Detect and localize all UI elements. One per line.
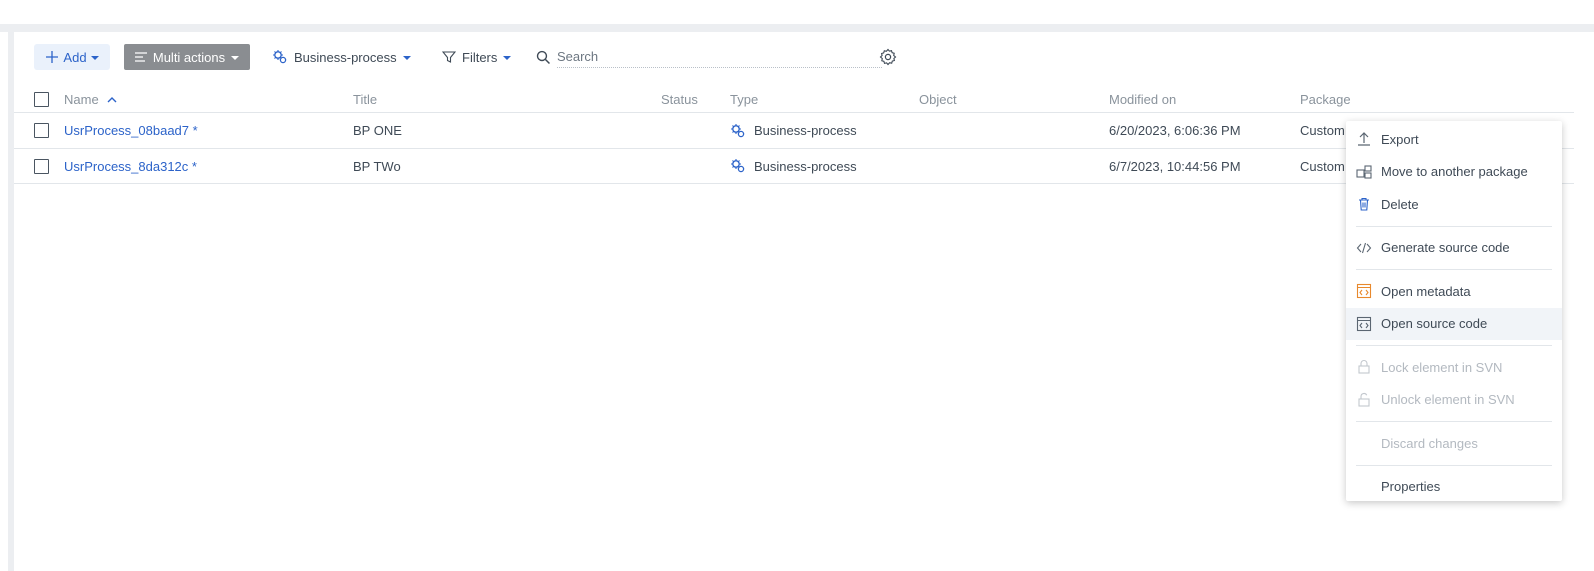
grid-settings-button[interactable] [879, 48, 897, 66]
chevron-down-icon [231, 56, 240, 60]
row-type: Business-process [730, 113, 857, 148]
menu-item-export[interactable]: Export [1346, 123, 1562, 156]
column-header-modified[interactable]: Modified on [1109, 86, 1176, 112]
search-input[interactable] [556, 46, 882, 68]
column-header-name[interactable]: Name [64, 86, 117, 112]
menu-item-unlock-svn: Unlock element in SVN [1346, 384, 1562, 417]
menu-item-move-to-package[interactable]: Move to another package [1346, 156, 1562, 189]
chevron-down-icon [402, 56, 411, 60]
menu-separator [1356, 464, 1552, 466]
row-type: Business-process [730, 149, 857, 183]
top-header-bar [0, 0, 1594, 24]
trash-icon [1359, 197, 1369, 211]
row-name-link[interactable]: UsrProcess_8da312c * [64, 149, 197, 183]
menu-separator [1356, 269, 1552, 270]
row-title: BP ONE [353, 123, 402, 138]
menu-item-discard-changes: Discard changes [1381, 435, 1478, 451]
menu-item-properties[interactable]: Properties [1346, 471, 1562, 504]
column-header-status[interactable]: Status [661, 86, 698, 112]
source-code-icon [1356, 316, 1372, 331]
menu-separator [1356, 225, 1552, 227]
type-filter-button[interactable]: Business-process [272, 44, 418, 70]
business-process-icon [731, 159, 745, 173]
move-package-icon [1356, 164, 1372, 179]
toolbar: Add Multi actions Business-process Filte… [34, 44, 897, 70]
column-header-title[interactable]: Title [353, 86, 377, 112]
row-checkbox[interactable] [34, 123, 49, 138]
lock-icon [1358, 360, 1370, 374]
unlock-icon [1358, 392, 1370, 407]
row-package: Custom [1300, 158, 1345, 174]
table-row[interactable]: UsrProcess_8da312c * BP TWo Business-pro… [14, 148, 1574, 184]
menu-separator [1356, 345, 1552, 346]
column-header-type[interactable]: Type [730, 86, 758, 112]
table-row[interactable]: UsrProcess_08baad7 * BP ONE Business-pro… [14, 112, 1574, 148]
filters-button[interactable]: Filters [442, 44, 516, 70]
left-panel-edge [0, 32, 8, 571]
menu-item-lock-svn: Lock element in SVN [1346, 351, 1562, 384]
select-all-checkbox[interactable] [34, 91, 49, 107]
row-name-link[interactable]: UsrProcess_08baad7 * [64, 113, 198, 148]
column-header-object[interactable]: Object [919, 86, 957, 112]
menu-separator [1356, 421, 1552, 422]
sort-ascending-icon [107, 96, 117, 102]
add-button-label: Add [63, 49, 87, 65]
context-menu: Export Move to another package Delete Ge… [1346, 121, 1562, 501]
row-modified: 6/20/2023, 6:06:36 PM [1109, 123, 1241, 138]
multi-actions-label: Multi actions [152, 49, 226, 65]
filters-label: Filters [462, 49, 498, 65]
row-checkbox[interactable] [34, 158, 49, 174]
menu-item-open-source-code[interactable]: Open source code [1346, 307, 1562, 340]
gear-icon [879, 48, 897, 66]
row-title: BP TWo [353, 158, 401, 174]
multi-actions-button[interactable]: Multi actions [124, 44, 250, 70]
business-process-icon [731, 123, 745, 137]
chevron-down-icon [90, 56, 99, 60]
search-box [536, 44, 882, 70]
elements-grid: Name Title Status Type Object Modified o… [14, 86, 1574, 184]
metadata-icon [1356, 283, 1372, 299]
search-icon [536, 50, 550, 64]
menu-item-open-metadata[interactable]: Open metadata [1346, 275, 1562, 308]
code-icon [1356, 242, 1372, 253]
add-button[interactable]: Add [34, 44, 110, 70]
menu-item-generate-source[interactable]: Generate source code [1346, 232, 1562, 265]
row-modified: 6/7/2023, 10:44:56 PM [1109, 158, 1241, 174]
grid-header: Name Title Status Type Object Modified o… [14, 86, 1574, 112]
list-icon [134, 52, 147, 62]
menu-item-delete[interactable]: Delete [1346, 188, 1562, 221]
business-process-icon [273, 50, 287, 64]
plus-icon [46, 51, 59, 63]
row-package: Custom [1300, 123, 1345, 138]
type-filter-label: Business-process [294, 49, 397, 65]
upload-icon [1358, 132, 1370, 146]
funnel-icon [442, 51, 456, 63]
column-header-package[interactable]: Package [1300, 86, 1351, 112]
chevron-down-icon [503, 56, 512, 60]
